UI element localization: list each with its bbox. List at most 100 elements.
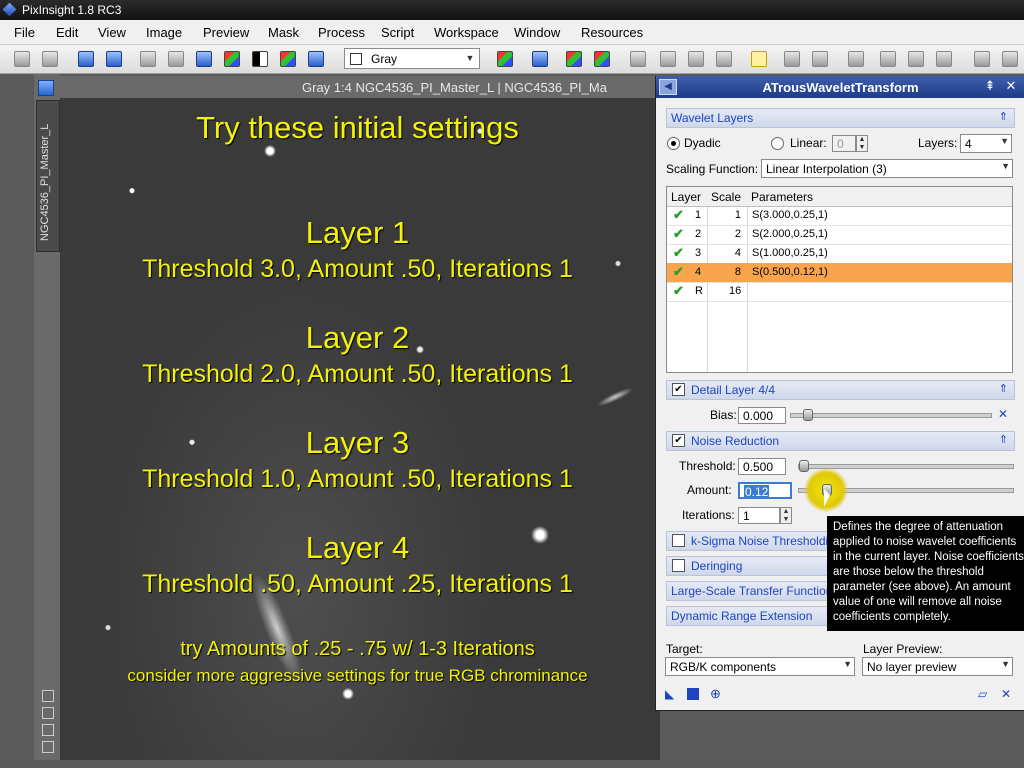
window-icon[interactable] bbox=[38, 80, 54, 96]
scaling-function-select[interactable]: Linear Interpolation (3) ▼ bbox=[761, 159, 1013, 178]
table-row[interactable]: ✔ 3 4 S(1.000,0.25,1) bbox=[667, 244, 1012, 264]
amount-field[interactable]: 0.12 bbox=[738, 482, 792, 499]
undo-icon[interactable] bbox=[14, 51, 30, 67]
collapse-icon[interactable]: ⇑ bbox=[999, 382, 1008, 395]
collapse-icon[interactable]: ⇑ bbox=[999, 433, 1008, 446]
next-icon[interactable] bbox=[812, 51, 828, 67]
section-noise-reduction[interactable]: ✔ Noise Reduction ⇑ bbox=[666, 431, 1015, 451]
windows-cascade-icon[interactable] bbox=[716, 51, 732, 67]
history-icon[interactable] bbox=[880, 51, 896, 67]
script-editor-icon[interactable] bbox=[1002, 51, 1018, 67]
panel-titlebar[interactable]: ◀ ATrousWaveletTransform ⇞ ✕ bbox=[656, 76, 1024, 98]
table-row[interactable]: ✔ R 16 bbox=[667, 282, 1012, 302]
documentation-icon[interactable]: ▱ bbox=[978, 688, 990, 700]
tooltip-line: applied to noise wavelet coefficients bbox=[833, 536, 1017, 548]
section-wavelet-layers[interactable]: Wavelet Layers ⇑ bbox=[666, 108, 1015, 128]
new-preview-icon[interactable] bbox=[196, 51, 212, 67]
bias-slider[interactable] bbox=[790, 413, 992, 418]
new-instance-icon[interactable] bbox=[630, 51, 646, 67]
detail-layer-checkbox[interactable]: ✔ bbox=[672, 383, 685, 396]
apply-square-icon[interactable] bbox=[687, 688, 699, 700]
linear-spin-icon[interactable]: ▲ ▼ bbox=[856, 135, 868, 152]
image-window-title[interactable]: Gray 1:4 NGC4536_PI_Master_L | NGC4536_P… bbox=[60, 76, 660, 98]
menu-script[interactable]: Script bbox=[381, 25, 414, 40]
menu-file[interactable]: File bbox=[14, 25, 35, 40]
readout-icon[interactable] bbox=[660, 51, 676, 67]
identifier-icon[interactable] bbox=[78, 51, 94, 67]
check-icon[interactable]: ✔ bbox=[673, 245, 684, 261]
mask-enable-icon[interactable] bbox=[566, 51, 582, 67]
col-layer[interactable]: Layer bbox=[671, 190, 701, 204]
dyadic-label: Dyadic bbox=[684, 136, 721, 150]
real-time-preview-icon[interactable]: ⊕ bbox=[710, 687, 722, 700]
explorer-icon[interactable] bbox=[848, 51, 864, 67]
image-view-tab[interactable]: NGC4536_PI_Master_L bbox=[36, 100, 60, 252]
zoom-window-icon[interactable] bbox=[168, 51, 184, 67]
preferences-icon[interactable] bbox=[974, 51, 990, 67]
check-icon[interactable]: ✔ bbox=[673, 226, 684, 242]
dyadic-radio[interactable] bbox=[667, 137, 680, 150]
table-row[interactable]: ✔ 2 2 S(2.000,0.25,1) bbox=[667, 225, 1012, 245]
menu-view[interactable]: View bbox=[98, 25, 126, 40]
mask-invert-icon[interactable] bbox=[594, 51, 610, 67]
shade-icon[interactable] bbox=[42, 741, 54, 753]
scaling-function-label: Scaling Function: bbox=[666, 162, 759, 176]
collapse-icon[interactable]: ⇑ bbox=[999, 110, 1008, 123]
iterations-field[interactable]: 1 bbox=[738, 507, 780, 524]
mask-show-icon[interactable] bbox=[532, 51, 548, 67]
iterations-spin-icon[interactable]: ▲ ▼ bbox=[780, 507, 792, 524]
noise-reduction-checkbox[interactable]: ✔ bbox=[672, 434, 685, 447]
view-icon[interactable] bbox=[936, 51, 952, 67]
pan-icon[interactable] bbox=[42, 707, 54, 719]
linear-radio[interactable] bbox=[771, 137, 784, 150]
arrow-icon[interactable] bbox=[42, 690, 54, 702]
col-parameters[interactable]: Parameters bbox=[751, 190, 813, 204]
k-sigma-checkbox[interactable] bbox=[672, 534, 685, 547]
menu-edit[interactable]: Edit bbox=[56, 25, 78, 40]
zoom-fit-icon[interactable] bbox=[140, 51, 156, 67]
section-detail-layer[interactable]: ✔ Detail Layer 4/4 ⇑ bbox=[666, 380, 1015, 400]
threshold-field[interactable]: 0.500 bbox=[738, 458, 786, 475]
menu-workspace[interactable]: Workspace bbox=[434, 25, 499, 40]
threshold-slider-handle[interactable] bbox=[799, 460, 809, 472]
bias-field[interactable]: 0.000 bbox=[738, 407, 786, 424]
format-icon[interactable] bbox=[908, 51, 924, 67]
redo-icon[interactable] bbox=[42, 51, 58, 67]
color-space-select[interactable]: Gray ▼ bbox=[344, 48, 480, 69]
layers-select[interactable]: 4 ▼ bbox=[960, 134, 1012, 153]
menu-process[interactable]: Process bbox=[318, 25, 365, 40]
amount-field-selection: 0.12 bbox=[744, 485, 770, 499]
table-row[interactable]: ✔ 1 1 S(3.000,0.25,1) bbox=[667, 206, 1012, 226]
color-mode-icon[interactable] bbox=[280, 51, 296, 67]
table-row-selected[interactable]: ✔ 4 8 S(0.500,0.12,1) bbox=[667, 263, 1012, 283]
deringing-checkbox[interactable] bbox=[672, 559, 685, 572]
rgb-channels-icon[interactable] bbox=[224, 51, 240, 67]
copy-icon[interactable] bbox=[42, 724, 54, 736]
menu-image[interactable]: Image bbox=[146, 25, 182, 40]
check-icon[interactable]: ✔ bbox=[673, 207, 684, 223]
check-icon[interactable]: ✔ bbox=[673, 283, 684, 299]
col-scale[interactable]: Scale bbox=[711, 190, 741, 204]
reset-all-icon[interactable]: ✕ bbox=[1001, 688, 1013, 700]
stf-auto-icon[interactable] bbox=[308, 51, 324, 67]
layer-preview-select[interactable]: No layer preview ▼ bbox=[862, 657, 1013, 676]
target-select[interactable]: RGB/K components ▼ bbox=[665, 657, 855, 676]
check-icon[interactable]: ✔ bbox=[673, 264, 684, 280]
new-instance-triangle-icon[interactable]: ◣ bbox=[665, 688, 677, 700]
previous-icon[interactable] bbox=[784, 51, 800, 67]
shade-icon[interactable]: ⇞ bbox=[983, 79, 997, 93]
bias-slider-handle[interactable] bbox=[803, 409, 813, 421]
menu-mask[interactable]: Mask bbox=[268, 25, 299, 40]
menu-resources[interactable]: Resources bbox=[581, 25, 643, 40]
linear-value-field[interactable]: 0 bbox=[832, 135, 856, 152]
channel-select-icon[interactable] bbox=[497, 51, 513, 67]
menu-window[interactable]: Window bbox=[514, 25, 560, 40]
process-console-icon[interactable] bbox=[751, 51, 767, 67]
image-window-title-text: Gray 1:4 NGC4536_PI_Master_L | NGC4536_P… bbox=[302, 80, 607, 95]
duplicate-icon[interactable] bbox=[106, 51, 122, 67]
close-icon[interactable]: ✕ bbox=[1004, 79, 1018, 93]
screen-transfer-icon[interactable] bbox=[252, 51, 268, 67]
menu-preview[interactable]: Preview bbox=[203, 25, 249, 40]
reset-icon[interactable]: ✕ bbox=[998, 408, 1010, 420]
windows-tile-icon[interactable] bbox=[688, 51, 704, 67]
